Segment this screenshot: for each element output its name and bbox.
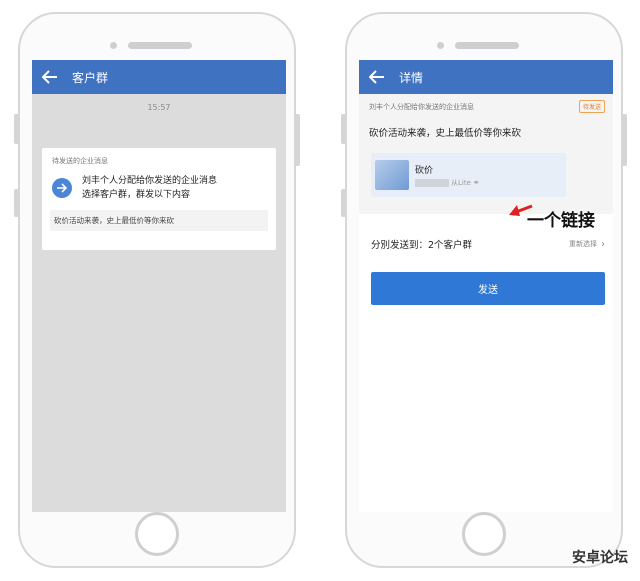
message-card[interactable]: 待发送的企业消息 刘丰个人分配给你发送的企业消息 选择客户群，群发以下内容 砍价…	[42, 148, 276, 250]
send-button[interactable]: 发送	[371, 272, 605, 305]
timestamp: 15:57	[147, 103, 171, 112]
left-phone: 客户群 15:57 待发送的企业消息 刘丰个人分配给你发送的企业消息 选择客户群…	[14, 12, 300, 568]
page-title: 详情	[399, 70, 424, 85]
distribute-label: 分別发送到：2个客户群	[371, 240, 473, 251]
left-screen: 客户群 15:57 待发送的企业消息 刘丰个人分配给你发送的企业消息 选择客户群…	[32, 60, 286, 512]
detail-section: 刘丰个人分配给你发送的企业消息 待发送 砍价活动来袭，史上最低价等你来砍 砍价 …	[359, 94, 613, 214]
circle-arrow-icon	[52, 178, 72, 198]
card-header: 待发送的企业消息	[52, 157, 108, 165]
speaker	[455, 42, 519, 49]
page-title: 客户群	[72, 70, 109, 85]
topbar: 客户群	[32, 60, 286, 94]
card-body: 刘丰个人分配给你发送的企业消息 选择客户群，群发以下内容	[42, 166, 276, 202]
stage: 客户群 15:57 待发送的企业消息 刘丰个人分配给你发送的企业消息 选择客户群…	[0, 0, 640, 581]
card-preview: 砍价活动来袭，史上最低价等你来砍	[50, 210, 268, 231]
topbar: 详情	[359, 60, 613, 94]
link-subtitle: 从Lite	[451, 178, 471, 187]
message-title: 砍价活动来袭，史上最低价等你来砍	[369, 128, 522, 139]
watermark: 安卓论坛	[572, 550, 628, 566]
volume-button	[341, 114, 346, 144]
link-subtitle-row: 从Lite ⚭	[415, 178, 480, 188]
back-arrow-icon[interactable]	[369, 70, 385, 84]
back-arrow-icon[interactable]	[42, 70, 58, 84]
blurred-text	[415, 178, 449, 187]
link-card[interactable]: 砍价 从Lite ⚭	[371, 153, 566, 197]
home-button[interactable]	[135, 512, 179, 556]
annotation-label: 一个链接	[527, 211, 595, 231]
card-line-1: 刘丰个人分配给你发送的企业消息	[82, 176, 218, 186]
camera	[110, 42, 117, 49]
power-button	[295, 114, 300, 166]
link-thumbnail	[375, 160, 409, 190]
volume-button	[14, 189, 19, 217]
reselect-button[interactable]: 重新选择 ›	[569, 239, 605, 250]
tip-text: 刘丰个人分配给你发送的企业消息	[369, 102, 474, 111]
right-screen: 详情 刘丰个人分配给你发送的企业消息 待发送 砍价活动来袭，史上最低价等你来砍 …	[359, 60, 613, 512]
distribute-row[interactable]: 分別发送到：2个客户群 重新选择 ›	[359, 234, 613, 254]
tip-row: 刘丰个人分配给你发送的企业消息 待发送	[359, 100, 613, 113]
right-phone: 详情 刘丰个人分配给你发送的企业消息 待发送 砍价活动来袭，史上最低价等你来砍 …	[341, 12, 627, 568]
speaker	[128, 42, 192, 49]
reselect-label: 重新选择	[569, 240, 597, 248]
link-title: 砍价	[415, 165, 434, 176]
card-line-2: 选择客户群，群发以下内容	[82, 190, 191, 200]
chevron-right-icon: ›	[601, 238, 605, 250]
volume-button	[341, 189, 346, 217]
status-badge: 待发送	[578, 100, 605, 113]
volume-button	[14, 114, 19, 144]
camera	[437, 42, 444, 49]
power-button	[622, 114, 627, 166]
chain-link-icon: ⚭	[472, 178, 480, 187]
home-button[interactable]	[462, 512, 506, 556]
